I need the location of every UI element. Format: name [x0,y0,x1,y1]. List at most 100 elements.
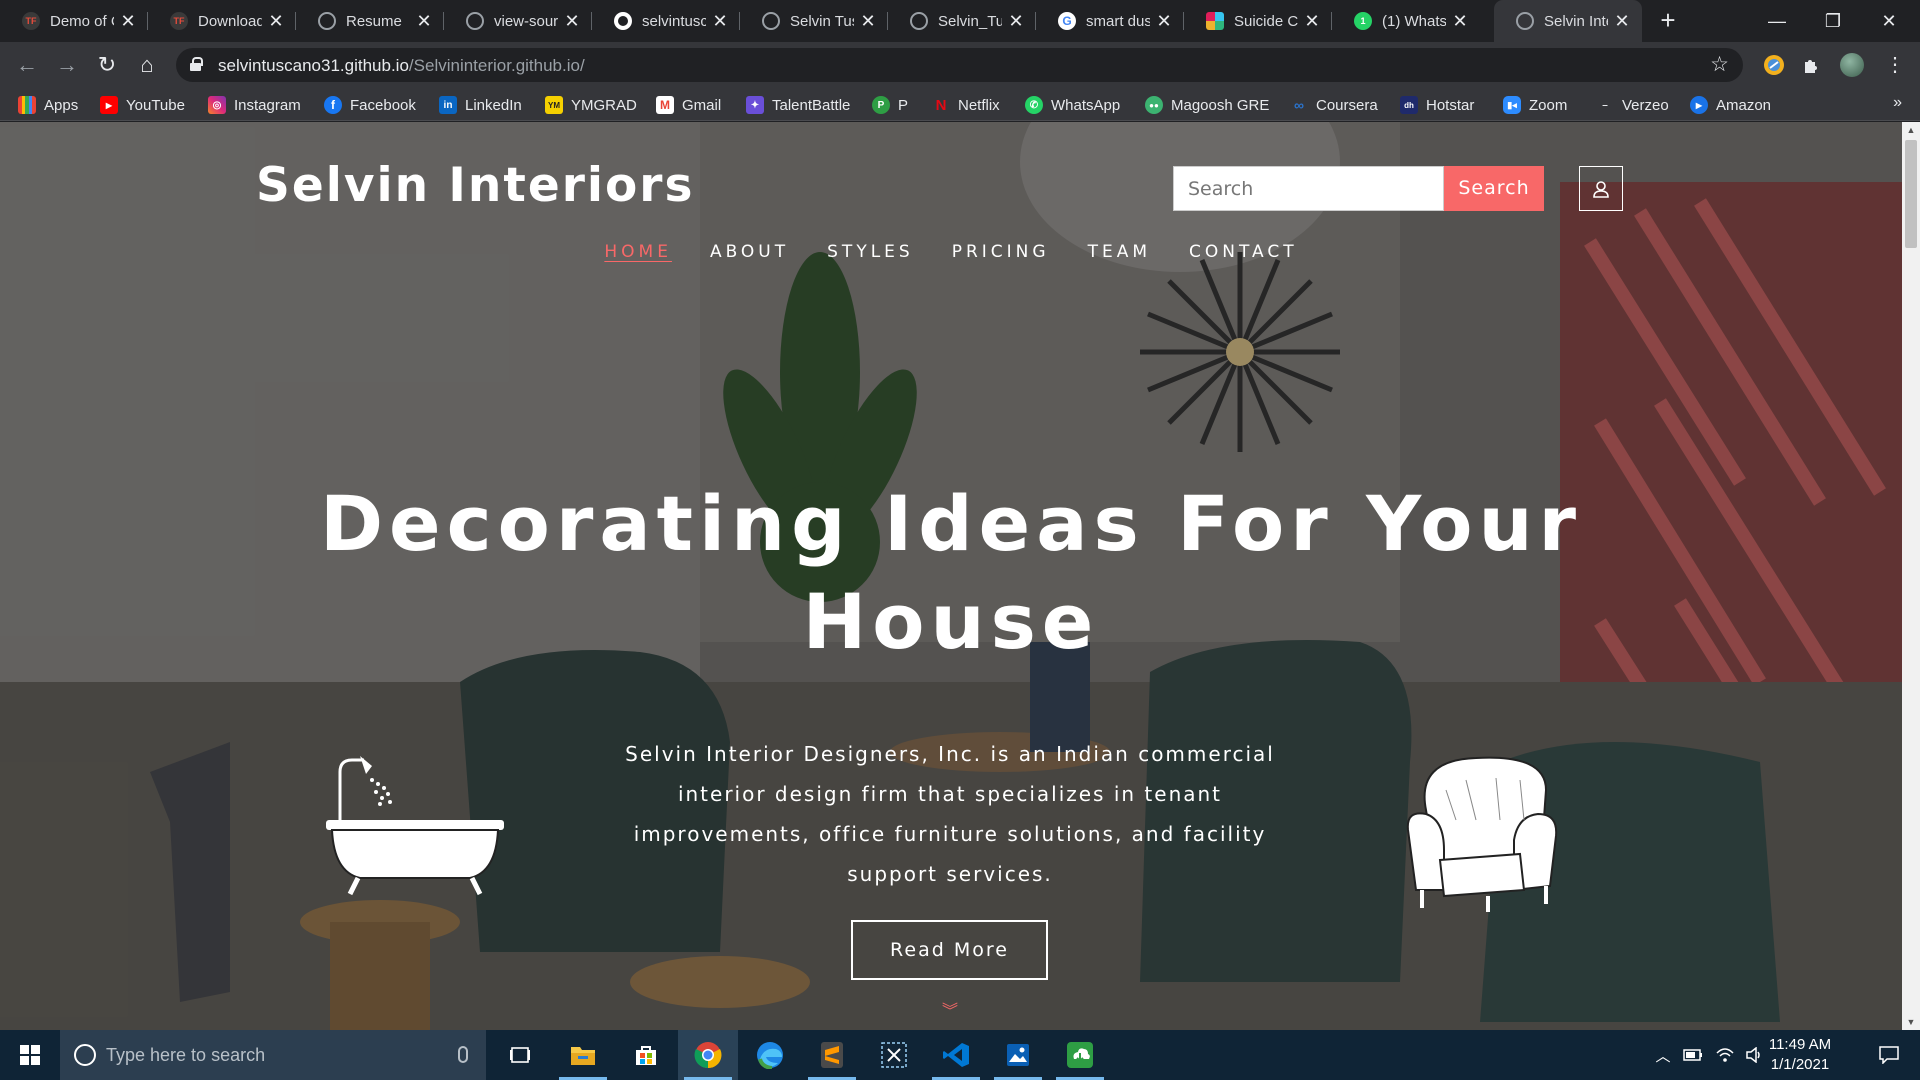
nav-about[interactable]: ABOUT [710,242,789,262]
browser-tab-active[interactable]: Selvin Inte ✕ [1494,0,1642,42]
show-hidden-icons-chevron-icon[interactable]: ︿ [1650,1030,1676,1080]
close-icon[interactable]: ✕ [564,11,580,32]
scroll-up-arrow-icon[interactable]: ▲ [1902,122,1920,138]
edge-icon[interactable] [740,1030,800,1080]
google-icon: G [1058,12,1076,30]
nav-styles[interactable]: STYLES [827,242,914,262]
file-explorer-icon[interactable] [553,1030,613,1080]
wifi-icon[interactable] [1712,1030,1738,1080]
restore-button[interactable]: ❐ [1806,0,1860,42]
scroll-down-chevron-icon[interactable]: ︾ [940,1004,960,1027]
bookmark-gmail[interactable]: M Gmail [656,94,721,116]
bookmark-amazon[interactable]: ▶ Amazon [1690,94,1771,116]
sublime-text-icon[interactable] [802,1030,862,1080]
bookmark-verzeo[interactable]: – Verzeo [1596,94,1668,116]
close-window-button[interactable]: ✕ [1862,0,1916,42]
battery-icon[interactable] [1680,1030,1706,1080]
browser-tab[interactable]: TF Download ✕ [148,0,296,42]
back-button[interactable]: ← [12,50,42,80]
photos-icon[interactable] [988,1030,1048,1080]
home-button[interactable]: ⌂ [132,50,162,80]
close-icon[interactable]: ✕ [1008,11,1024,32]
vscode-icon[interactable] [926,1030,986,1080]
forward-button[interactable]: → [52,50,82,80]
close-icon[interactable]: ✕ [1156,11,1172,32]
bookmark-facebook[interactable]: f Facebook [324,94,416,116]
nav-home[interactable]: HOME [604,242,672,262]
browser-tab[interactable]: view-sour ✕ [444,0,592,42]
bookmark-linkedin[interactable]: in LinkedIn [439,94,522,116]
browser-tab[interactable]: TF Demo of C ✕ [0,0,148,42]
ymgrad-icon: YM [545,96,563,114]
bookmarks-overflow-icon[interactable]: » [1893,94,1902,112]
site-logo[interactable]: Selvin Interiors [256,158,694,213]
browser-tab[interactable]: Selvin_Tus ✕ [888,0,1036,42]
browser-tab[interactable]: Resume ✕ [296,0,444,42]
browser-tab[interactable]: 1 (1) Whats ✕ [1332,0,1480,42]
scroll-down-arrow-icon[interactable]: ▼ [1902,1014,1920,1030]
puzzle-extensions-icon[interactable] [1800,53,1824,77]
nav-contact[interactable]: CONTACT [1189,242,1298,262]
green-app-icon[interactable] [1050,1030,1110,1080]
bookmark-whatsapp[interactable]: ✆ WhatsApp [1025,94,1120,116]
start-button[interactable] [0,1030,60,1080]
task-view-icon[interactable] [490,1030,550,1080]
close-icon[interactable]: ✕ [416,11,432,32]
profile-avatar[interactable] [1840,53,1864,77]
chrome-icon[interactable] [678,1030,738,1080]
bookmark-p[interactable]: PP [872,94,908,116]
bookmark-star-icon[interactable]: ☆ [1710,52,1729,77]
browser-tab[interactable]: selvintusc ✕ [592,0,740,42]
close-icon[interactable]: ✕ [268,11,284,32]
bookmark-hotstar[interactable]: dh Hotstar [1400,94,1474,116]
site-search-input[interactable] [1173,166,1444,211]
menu-kebab-icon[interactable]: ⋮ [1880,50,1910,80]
microsoft-store-icon[interactable] [616,1030,676,1080]
close-icon[interactable]: ✕ [120,11,136,32]
close-icon[interactable]: ✕ [1304,11,1320,32]
read-more-button[interactable]: Read More [851,920,1048,980]
close-icon[interactable]: ✕ [1452,11,1468,32]
snipping-tool-icon[interactable] [864,1030,924,1080]
bookmark-youtube[interactable]: ▶ YouTube [100,94,185,116]
bookmark-ymgrad[interactable]: YM YMGRAD [545,94,637,116]
page-scrollbar[interactable]: ▲ ▼ [1902,122,1920,1030]
bookmark-label: Netflix [958,96,1000,114]
microphone-icon[interactable] [458,1046,468,1063]
bookmark-label: YouTube [126,96,185,114]
nav-pricing[interactable]: PRICING [952,242,1050,262]
bookmark-label: WhatsApp [1051,96,1121,114]
notifications-icon[interactable] [1864,1030,1914,1080]
browser-tab[interactable]: Selvin Tus ✕ [740,0,888,42]
extension-icon[interactable] [1762,53,1786,77]
bookmark-talentbattle[interactable]: ✦ TalentBattle [746,94,850,116]
gmail-icon: M [656,96,674,114]
user-icon [1593,180,1609,198]
bookmark-netflix[interactable]: N Netflix [932,94,1000,116]
minimize-button[interactable]: — [1750,0,1804,42]
bookmark-zoom[interactable]: ▮◂ Zoom [1503,94,1567,116]
windows-logo-icon [20,1045,40,1065]
scrollbar-thumb[interactable] [1905,140,1917,248]
bookmark-coursera[interactable]: ∞ Coursera [1290,94,1378,116]
url-path: /Selvininterior.github.io/ [408,56,585,75]
close-icon[interactable]: ✕ [712,11,728,32]
bookmark-apps[interactable]: Apps [18,94,78,116]
new-tab-button[interactable]: + [1654,0,1682,42]
browser-tab[interactable]: Suicide Ca ✕ [1184,0,1332,42]
user-account-button[interactable] [1579,166,1623,211]
taskbar-search-box[interactable]: Type here to search [60,1030,486,1080]
close-icon[interactable]: ✕ [860,11,876,32]
facebook-icon: f [324,96,342,114]
bookmark-instagram[interactable]: ◎ Instagram [208,94,301,116]
browser-tab[interactable]: G smart dus ✕ [1036,0,1184,42]
youtube-icon: ▶ [100,96,118,114]
bookmark-magoosh[interactable]: ●● Magoosh GRE [1145,94,1269,116]
magoosh-icon: ●● [1145,96,1163,114]
nav-team[interactable]: TEAM [1088,242,1151,262]
site-search-button[interactable]: Search [1444,166,1544,211]
address-bar[interactable]: selvintuscano31.github.io/Selvininterior… [176,48,1743,82]
system-clock[interactable]: 11:49 AM 1/1/2021 [1760,1035,1840,1075]
close-icon[interactable]: ✕ [1614,11,1630,32]
reload-button[interactable]: ↻ [92,50,122,80]
